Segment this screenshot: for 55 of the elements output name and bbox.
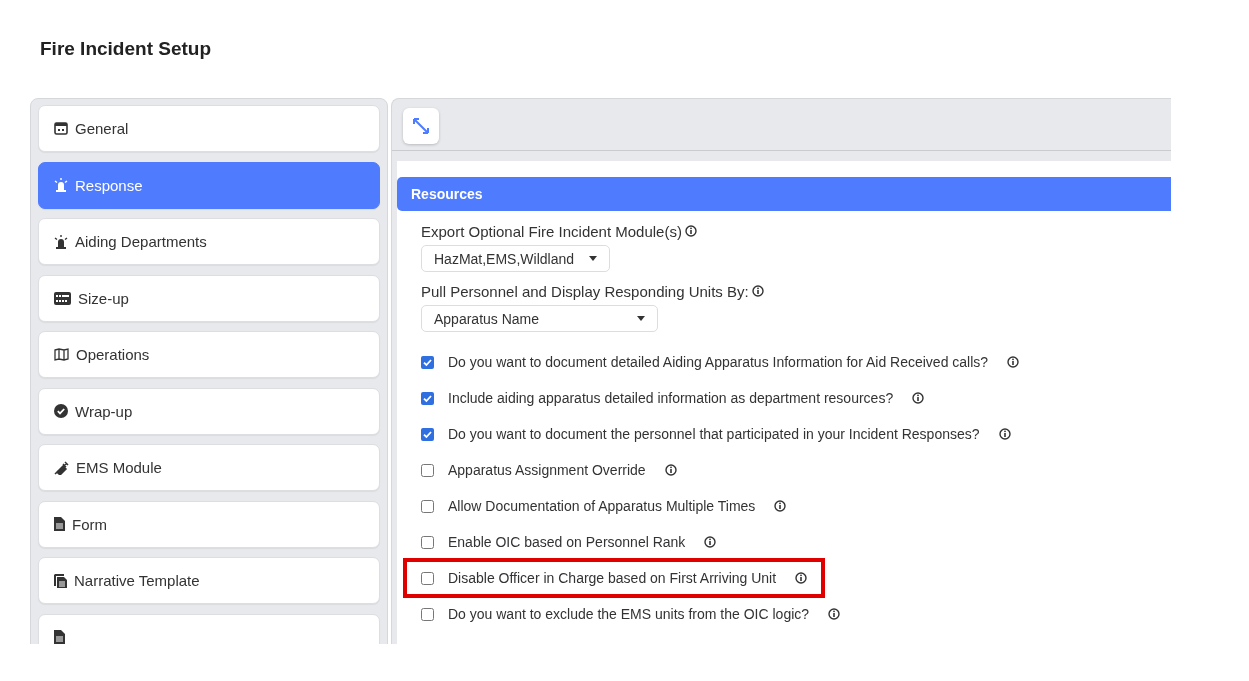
info-icon[interactable] — [828, 608, 841, 620]
section-header: Resources — [397, 177, 1171, 211]
syringe-icon — [54, 460, 69, 475]
checkbox[interactable] — [421, 427, 434, 441]
sidebar-item[interactable]: Size-up — [38, 274, 380, 322]
expand-icon — [411, 116, 431, 136]
sidebar-item[interactable]: Response — [38, 161, 380, 209]
option-label: Do you want to document the personnel that participated in your Incident Responses? — [448, 426, 980, 442]
page-title: Fire Incident Setup — [40, 38, 213, 60]
option-label: Include aiding apparatus detailed information as department resources? — [448, 390, 894, 406]
sidebar-item[interactable]: Operations — [38, 331, 380, 378]
info-icon[interactable] — [1007, 356, 1020, 368]
info-icon[interactable] — [704, 536, 717, 548]
info-icon[interactable] — [664, 464, 677, 476]
map-icon — [54, 348, 69, 361]
info-icon[interactable] — [751, 285, 764, 297]
copy-icon — [54, 573, 67, 588]
sidebar-item[interactable]: Wrap-up — [38, 387, 380, 435]
info-icon[interactable] — [912, 392, 925, 404]
info-icon[interactable] — [774, 500, 787, 512]
option-label: Enable OIC based on Personnel Rank — [448, 534, 686, 550]
checkbox[interactable] — [421, 499, 434, 513]
info-icon[interactable] — [684, 225, 697, 237]
option-label: Allow Documentation of Apparatus Multiple Times — [448, 498, 756, 514]
sidebar-item[interactable]: Form — [38, 500, 380, 548]
caret-icon — [589, 256, 597, 261]
option-label: Do you want to document detailed Aiding Apparatus Information for Aid Received calls? — [448, 354, 989, 370]
option-label: Apparatus Assignment Override — [448, 462, 646, 478]
sidebar-item[interactable]: EMS Module — [38, 444, 380, 491]
siren-icon — [54, 178, 68, 192]
expand-button[interactable] — [403, 108, 439, 144]
dropdown[interactable]: Apparatus Name — [421, 305, 658, 332]
keyboard-icon — [54, 291, 71, 305]
checkbox[interactable] — [421, 355, 434, 369]
checkbox[interactable] — [421, 607, 434, 621]
document-icon — [54, 517, 65, 531]
info-icon[interactable] — [795, 572, 808, 584]
checkbox[interactable] — [421, 571, 434, 585]
info-icon[interactable] — [998, 428, 1011, 440]
option-label: Disable Officer in Charge based on First Arriving Unit — [448, 570, 777, 586]
dropdown[interactable]: HazMat,EMS,Wildland — [421, 245, 610, 272]
siren-icon — [54, 234, 68, 249]
field-label: Pull Personnel and Display Responding Units By: — [421, 282, 749, 300]
sidebar-item[interactable]: Aiding Departments — [38, 218, 380, 265]
checkbox[interactable] — [421, 463, 434, 477]
calendar-icon — [54, 122, 68, 135]
field-label: Export Optional Fire Incident Module(s) — [421, 222, 682, 240]
check-circle-icon — [54, 404, 68, 418]
sidebar-item[interactable]: Narrative Template — [38, 557, 380, 604]
sidebar-item[interactable]: General — [38, 105, 380, 152]
checkbox[interactable] — [421, 535, 434, 549]
caret-icon — [637, 316, 645, 321]
checkbox[interactable] — [421, 391, 434, 405]
option-label: Do you want to exclude the EMS units from the OIC logic? — [448, 606, 810, 622]
document-icon — [54, 630, 65, 644]
